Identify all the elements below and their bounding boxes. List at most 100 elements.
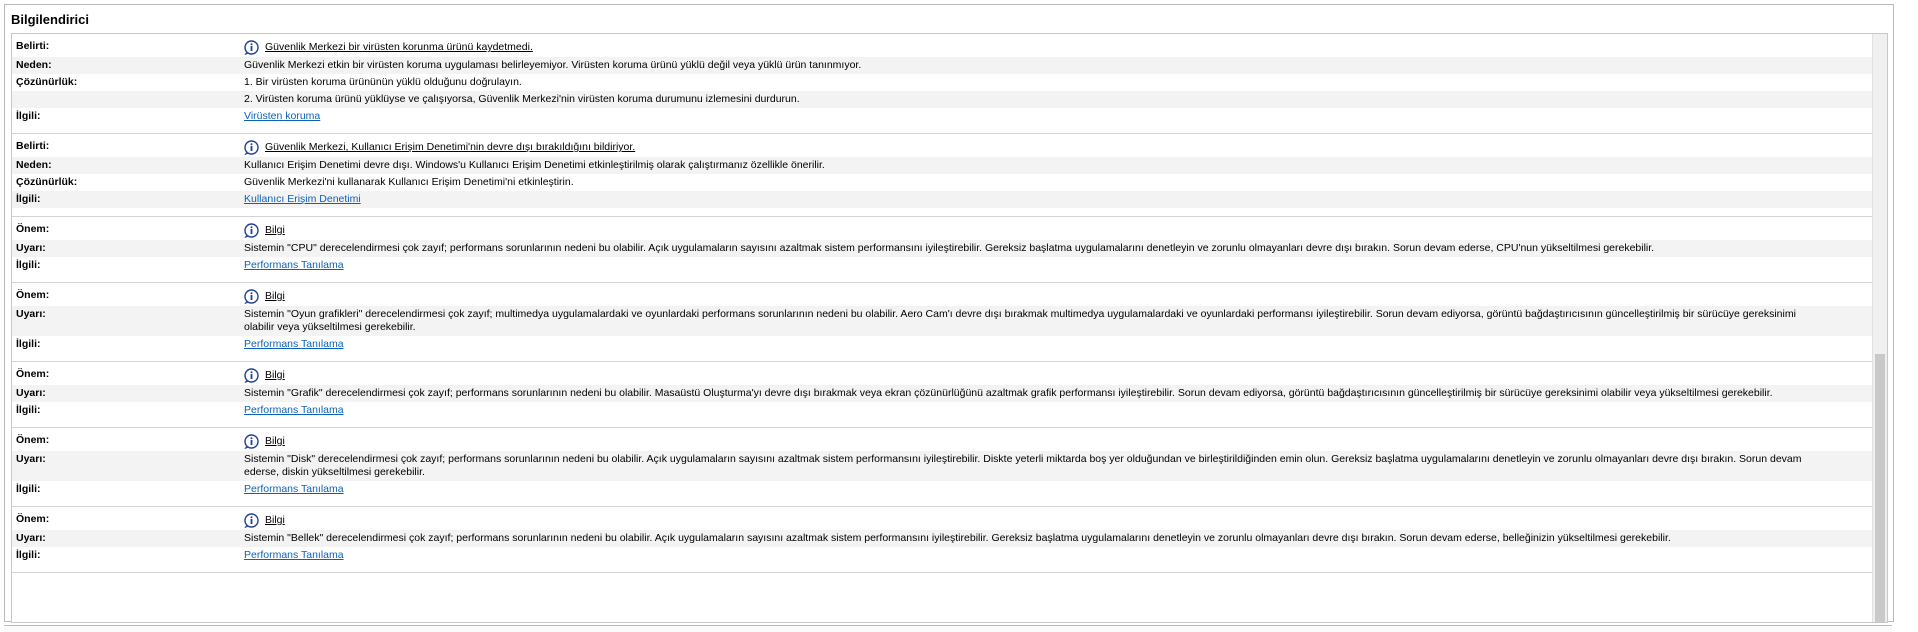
row-label-önem: Önem:: [16, 434, 50, 446]
info-icon: [244, 40, 259, 55]
symptom-text: Bilgi: [265, 514, 285, 526]
symptom-title: Bilgi: [244, 368, 1824, 383]
row-label-belirti: Belirti:: [16, 140, 50, 152]
info-row: Uyarı: Sistemin "Bellek" derecelendirmesi…: [12, 530, 1887, 547]
informational-panel: Bilgilendirici Belirti: Güvenlik Merkezi …: [4, 4, 1894, 623]
info-row: Belirti: Güvenlik Merkezi, Kullanıcı Eriş…: [12, 138, 1887, 157]
info-row: Önem: Bilgi: [12, 287, 1887, 306]
row-label-i-lgili: İlgili:: [16, 193, 41, 205]
info-row: Önem: Bilgi: [12, 432, 1887, 451]
info-row: İlgili: Virüsten koruma: [12, 108, 1887, 125]
symptom-text: Güvenlik Merkezi bir virüsten korunma ür…: [265, 41, 533, 53]
row-value-text: Sistemin "Oyun grafikleri" derecelendirm…: [244, 308, 1796, 333]
row-label-çözünürlük: Çözünürlük:: [16, 176, 78, 188]
info-icon: [244, 223, 259, 238]
row-value-text: Güvenlik Merkezi etkin bir virüsten koru…: [244, 59, 862, 71]
row-value: Performans Tanılama: [244, 336, 1854, 353]
row-value: Performans Tanılama: [244, 481, 1854, 498]
info-row: Önem: Bilgi: [12, 511, 1887, 530]
symptom-title: Bilgi: [244, 289, 1824, 304]
info-icon: [244, 513, 259, 528]
row-value-text: Kullanıcı Erişim Denetimi devre dışı. Wi…: [244, 159, 825, 171]
info-row: İlgili: Kullanıcı Erişim Denetimi: [12, 191, 1887, 208]
row-label-i-lgili: İlgili:: [16, 404, 41, 416]
info-row: Uyarı: Sistemin "CPU" derecelendirmesi ço…: [12, 240, 1887, 257]
row-label-neden: Neden:: [16, 59, 52, 71]
row-value-text: Sistemin "Disk" derecelendirmesi çok zay…: [244, 453, 1802, 478]
row-label-uyarı: Uyarı:: [16, 387, 46, 399]
info-row: Çözünürlük: 1. Bir virüsten koruma ürünün…: [12, 74, 1887, 91]
info-row: İlgili: Performans Tanılama: [12, 336, 1887, 353]
info-group: Önem: Bilgi Uyarı: Sistemin "Grafik" derece…: [12, 362, 1887, 428]
row-label-önem: Önem:: [16, 368, 50, 380]
row-label-uyarı: Uyarı:: [16, 308, 46, 320]
row-label-i-lgili: İlgili:: [16, 259, 41, 271]
row-label-i-lgili: İlgili:: [16, 110, 41, 122]
row-label-önem: Önem:: [16, 223, 50, 235]
related-link[interactable]: Performans Tanılama: [244, 338, 344, 350]
symptom-title: Bilgi: [244, 223, 1824, 238]
info-row: İlgili: Performans Tanılama: [12, 481, 1887, 498]
symptom-title: Bilgi: [244, 434, 1824, 449]
row-label-i-lgili: İlgili:: [16, 483, 41, 495]
row-value-text: Sistemin "Bellek" derecelendirmesi çok z…: [244, 532, 1671, 544]
info-group: Önem: Bilgi Uyarı: Sistemin "Disk" derecele…: [12, 428, 1887, 507]
related-link[interactable]: Performans Tanılama: [244, 259, 344, 271]
scrollbar-thumb[interactable]: [1875, 354, 1885, 622]
info-group: Belirti: Güvenlik Merkezi bir virüsten ko…: [12, 34, 1887, 134]
row-label-neden: Neden:: [16, 159, 52, 171]
info-icon: [244, 368, 259, 383]
related-link[interactable]: Kullanıcı Erişim Denetimi: [244, 193, 361, 205]
info-group: Önem: Bilgi Uyarı: Sistemin "Bellek" derece…: [12, 507, 1887, 573]
row-value: Bilgi: [244, 511, 1854, 530]
related-link[interactable]: Performans Tanılama: [244, 549, 344, 561]
row-value: Kullanıcı Erişim Denetimi: [244, 191, 1854, 208]
symptom-title: Güvenlik Merkezi bir virüsten korunma ür…: [244, 40, 1824, 55]
info-row: Uyarı: Sistemin "Oyun grafikleri" derecel…: [12, 306, 1887, 336]
info-row: 2. Virüsten koruma ürünü yüklüyse ve çal…: [12, 91, 1887, 108]
info-row: İlgili: Performans Tanılama: [12, 402, 1887, 419]
row-value-text: Sistemin "Grafik" derecelendirmesi çok z…: [244, 387, 1773, 399]
info-icon: [244, 434, 259, 449]
related-link[interactable]: Virüsten koruma: [244, 110, 320, 122]
info-row: Uyarı: Sistemin "Disk" derecelendirmesi ç…: [12, 451, 1887, 481]
vertical-scrollbar[interactable]: [1872, 34, 1887, 622]
row-value: Bilgi: [244, 221, 1854, 240]
symptom-text: Bilgi: [265, 435, 285, 447]
info-row: Çözünürlük: Güvenlik Merkezi'ni kullanara…: [12, 174, 1887, 191]
row-value-text: Güvenlik Merkezi'ni kullanarak Kullanıcı…: [244, 176, 574, 188]
info-row: İlgili: Performans Tanılama: [12, 257, 1887, 274]
info-icon: [244, 140, 259, 155]
row-label-uyarı: Uyarı:: [16, 242, 46, 254]
related-link[interactable]: Performans Tanılama: [244, 404, 344, 416]
row-label-önem: Önem:: [16, 289, 50, 301]
row-value-text: 2. Virüsten koruma ürünü yüklüyse ve çal…: [244, 93, 800, 105]
row-label-uyarı: Uyarı:: [16, 453, 46, 465]
row-value: Güvenlik Merkezi bir virüsten korunma ür…: [244, 38, 1854, 57]
info-row: Neden: Güvenlik Merkezi etkin bir virüste…: [12, 57, 1887, 74]
info-row: Uyarı: Sistemin "Grafik" derecelendirmesi…: [12, 385, 1887, 402]
row-value: Performans Tanılama: [244, 257, 1854, 274]
row-value: Virüsten koruma: [244, 108, 1854, 125]
informational-list: Belirti: Güvenlik Merkezi bir virüsten ko…: [11, 33, 1888, 623]
info-row: Önem: Bilgi: [12, 366, 1887, 385]
row-value-text: Sistemin "CPU" derecelendirmesi çok zayı…: [244, 242, 1655, 254]
info-row: İlgili: Performans Tanılama: [12, 547, 1887, 564]
row-value: Güvenlik Merkezi, Kullanıcı Erişim Denet…: [244, 138, 1854, 157]
info-group: Önem: Bilgi Uyarı: Sistemin "Oyun grafikler…: [12, 283, 1887, 362]
row-value: Performans Tanılama: [244, 402, 1854, 419]
row-value: Bilgi: [244, 432, 1854, 451]
panel-title: Bilgilendirici: [11, 12, 90, 27]
info-row: Önem: Bilgi: [12, 221, 1887, 240]
info-group: Belirti: Güvenlik Merkezi, Kullanıcı Eriş…: [12, 134, 1887, 217]
row-value: Bilgi: [244, 287, 1854, 306]
symptom-title: Bilgi: [244, 513, 1824, 528]
row-label-çözünürlük: Çözünürlük:: [16, 76, 78, 88]
row-label-önem: Önem:: [16, 513, 50, 525]
symptom-text: Güvenlik Merkezi, Kullanıcı Erişim Denet…: [265, 141, 636, 153]
symptom-text: Bilgi: [265, 369, 285, 381]
row-label-belirti: Belirti:: [16, 40, 50, 52]
row-value: Performans Tanılama: [244, 547, 1854, 564]
info-group: Önem: Bilgi Uyarı: Sistemin "CPU" derecelen…: [12, 217, 1887, 283]
related-link[interactable]: Performans Tanılama: [244, 483, 344, 495]
